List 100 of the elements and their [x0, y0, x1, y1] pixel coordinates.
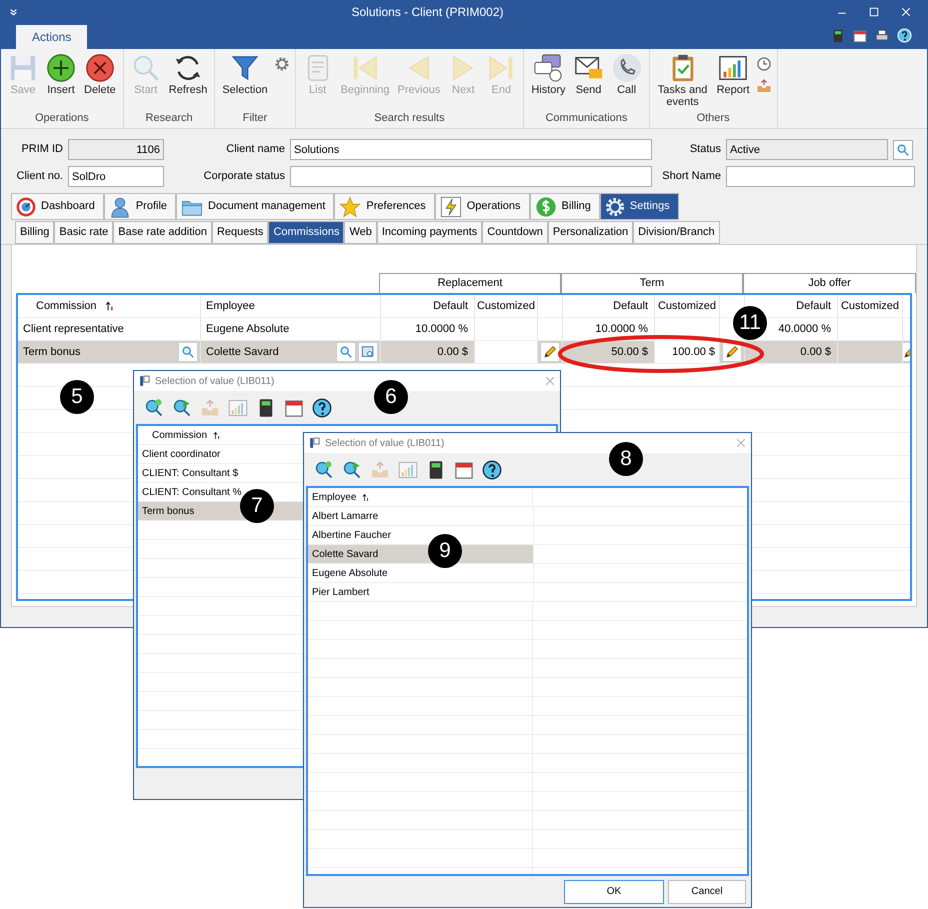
table-cell-text: Term bonus — [23, 344, 82, 360]
input-field[interactable]: SolDro — [68, 166, 164, 187]
column-header[interactable]: Default — [796, 298, 831, 314]
ribbon-button[interactable]: Report — [714, 53, 753, 110]
field-label: PRIM ID — [20, 142, 63, 158]
dialog-button[interactable]: OK — [564, 880, 664, 904]
sub-tab[interactable]: Web — [344, 221, 377, 244]
ribbon-group-label: Search results — [373, 110, 446, 126]
field-label: Corporate status — [202, 169, 285, 184]
ribbon-group-label: Communications — [544, 110, 628, 126]
gauge-icon — [16, 196, 36, 216]
coin-icon — [534, 196, 557, 218]
star-icon — [339, 196, 362, 218]
bar-chart-icon — [228, 398, 248, 418]
sub-tab[interactable]: Basic rate — [54, 221, 114, 244]
table-cell-text: Client representative — [23, 322, 125, 337]
plus-circle-icon — [46, 53, 76, 83]
section-tab[interactable]: Billing — [530, 193, 600, 220]
ribbon-button[interactable]: Tasks and events — [654, 53, 712, 110]
field-label: Client no. — [16, 169, 63, 184]
help-icon — [312, 398, 332, 418]
magnifier-flag-icon — [342, 460, 362, 480]
sub-tab[interactable]: Billing — [15, 221, 54, 244]
lookup-button[interactable] — [893, 140, 913, 160]
dialog-title: Selection of value (LIB011) — [325, 436, 446, 450]
column-header[interactable]: Commission — [152, 428, 208, 442]
calculator-icon[interactable] — [831, 28, 845, 42]
printer-icon[interactable] — [875, 28, 889, 42]
column-header[interactable]: Commission — [36, 298, 97, 314]
section-tab[interactable]: Settings — [600, 193, 679, 220]
ribbon-button[interactable]: Call — [608, 53, 645, 110]
section-tab[interactable]: Profile — [104, 193, 176, 220]
table-cell-text: 10.0000 % — [415, 322, 468, 337]
maximize-icon[interactable] — [869, 7, 879, 17]
list-item[interactable]: Client coordinator — [138, 445, 303, 463]
sub-tab[interactable]: Requests — [212, 221, 268, 244]
value-cell[interactable] — [475, 341, 538, 363]
grid-row[interactable]: Term bonus Colette Savard 0.00 $ 50.00 $ 100.00 $ 0.00 $ — [18, 341, 910, 364]
ribbon-button[interactable]: Refresh — [166, 53, 210, 110]
value-cell[interactable]: 100.00 $ — [655, 341, 720, 363]
field-label: Status — [688, 142, 721, 158]
column-header[interactable]: Default — [613, 298, 648, 314]
ribbon-button[interactable]: Delete — [81, 53, 119, 110]
sub-tab[interactable]: Incoming payments — [376, 221, 482, 244]
search-icon — [896, 142, 910, 156]
ribbon-tab[interactable]: Actions — [16, 25, 88, 49]
dialog-title: Selection of value (LIB011) — [155, 374, 276, 388]
person-icon — [108, 196, 131, 218]
sub-tab[interactable]: Division/Branch — [633, 221, 720, 244]
table-cell-text: Eugene Absolute — [206, 322, 290, 337]
input-field[interactable] — [290, 166, 652, 187]
collapse-chevron-icon — [9, 8, 18, 16]
pencil-icon — [724, 344, 740, 360]
ribbon-button[interactable]: Insert — [43, 53, 79, 110]
document-search-icon — [361, 345, 375, 359]
column-header[interactable]: Customized — [476, 298, 536, 314]
toolbar-button[interactable] — [482, 460, 502, 480]
edit-button[interactable] — [540, 342, 560, 362]
ribbon-group-label: Research — [144, 110, 194, 126]
input-field[interactable]: Solutions — [290, 139, 652, 160]
ribbon-button[interactable]: Send — [570, 53, 607, 110]
input-field[interactable] — [726, 166, 915, 187]
column-group-header: Replacement — [379, 273, 561, 293]
section-tab[interactable]: Operations — [434, 193, 530, 220]
column-header[interactable]: Employee — [312, 490, 356, 504]
input-field[interactable]: 1106 — [68, 139, 164, 160]
column-header[interactable]: Customized — [840, 298, 900, 314]
field-label: Client name — [225, 142, 285, 158]
column-header[interactable]: Customized — [658, 298, 716, 314]
search-icon — [181, 345, 195, 359]
dialog-button[interactable]: Cancel — [668, 880, 746, 904]
calendar-icon[interactable] — [853, 28, 867, 42]
ribbon-button[interactable]: Selection — [219, 53, 271, 110]
sub-tab[interactable]: Base rate addition — [113, 221, 212, 244]
lookup-button[interactable] — [178, 342, 198, 362]
input-field[interactable]: Active — [726, 139, 888, 160]
section-tab[interactable]: Dashboard — [11, 193, 104, 220]
lookup-button[interactable] — [336, 342, 356, 362]
column-header[interactable]: Default — [433, 298, 468, 314]
sub-tab[interactable]: Commissions — [268, 221, 344, 244]
section-tab[interactable]: Preferences — [334, 193, 435, 220]
app-logo-icon — [139, 375, 151, 387]
help-icon[interactable] — [897, 28, 912, 43]
toolbar-button[interactable] — [312, 398, 332, 418]
app-logo-icon — [309, 437, 321, 449]
open-record-button[interactable] — [358, 342, 378, 362]
list-item[interactable]: CLIENT: Consultant $ — [138, 464, 303, 482]
column-header[interactable]: Employee — [201, 295, 381, 317]
list-item[interactable]: Albert Lamarre — [308, 507, 533, 525]
bar-chart-icon — [718, 53, 748, 83]
ribbon-button[interactable]: History — [528, 53, 569, 110]
help-icon — [482, 460, 502, 480]
sub-tab[interactable]: Countdown — [482, 221, 548, 244]
pencil-icon — [542, 344, 558, 360]
search-icon — [339, 345, 353, 359]
section-tab[interactable]: Document management — [176, 193, 334, 220]
sub-tab[interactable]: Personalization — [548, 221, 634, 244]
table-cell-text: 40.0000 % — [778, 322, 831, 337]
ribbon-group-label: Others — [696, 110, 731, 126]
list-item[interactable]: Pier Lambert — [308, 583, 533, 601]
